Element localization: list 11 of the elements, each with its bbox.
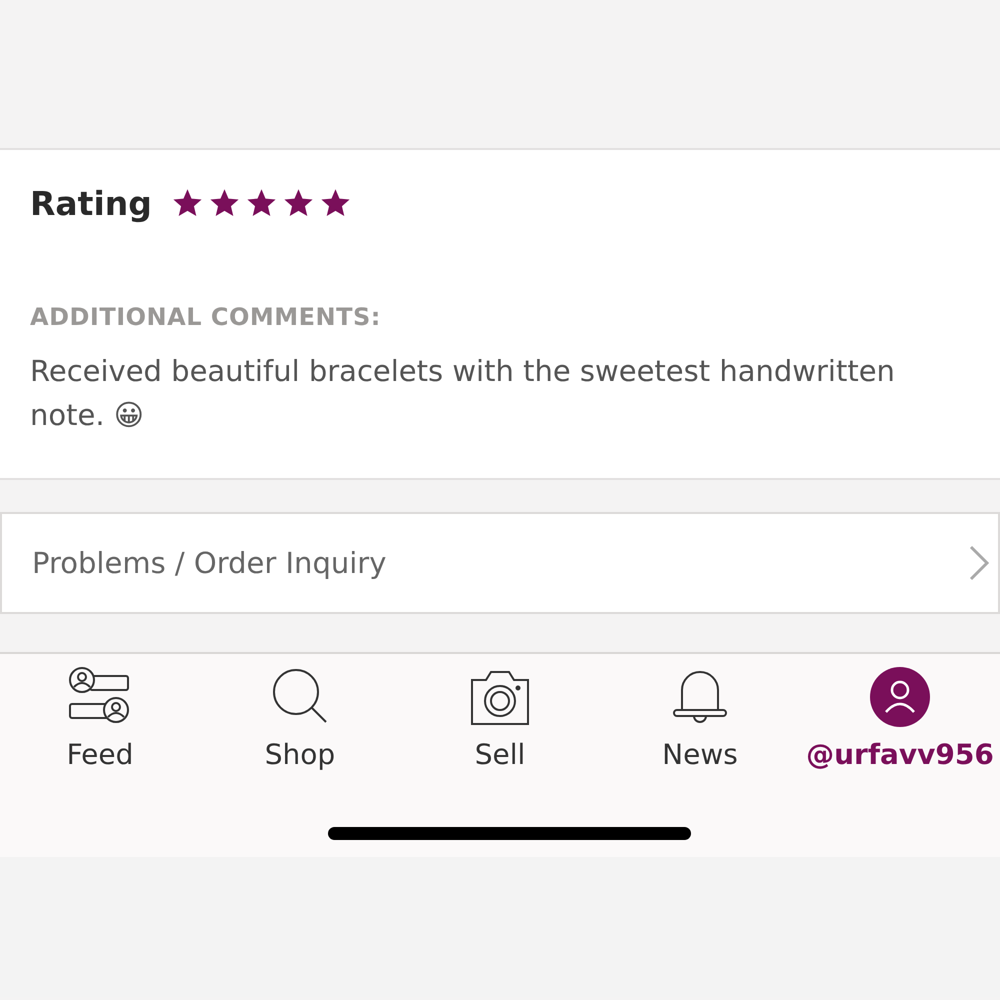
tab[interactable]: Shop [200, 654, 400, 784]
tab[interactable]: News [600, 654, 800, 784]
tab[interactable]: Sell [400, 654, 600, 784]
comments-label: ADDITIONAL COMMENTS: [30, 303, 382, 331]
order-inquiry-row[interactable]: Problems / Order Inquiry [0, 512, 1000, 614]
chevron-icon [968, 545, 990, 581]
rating-label: Rating [30, 184, 152, 223]
order-inquiry-label: Problems / Order Inquiry [32, 546, 386, 580]
tab[interactable]: @urfavv956 [800, 654, 1000, 784]
tab[interactable]: Feed [0, 654, 200, 784]
review-comment: Received beautiful bracelets with the sweetest handwritten note. 😀 [30, 353, 896, 434]
